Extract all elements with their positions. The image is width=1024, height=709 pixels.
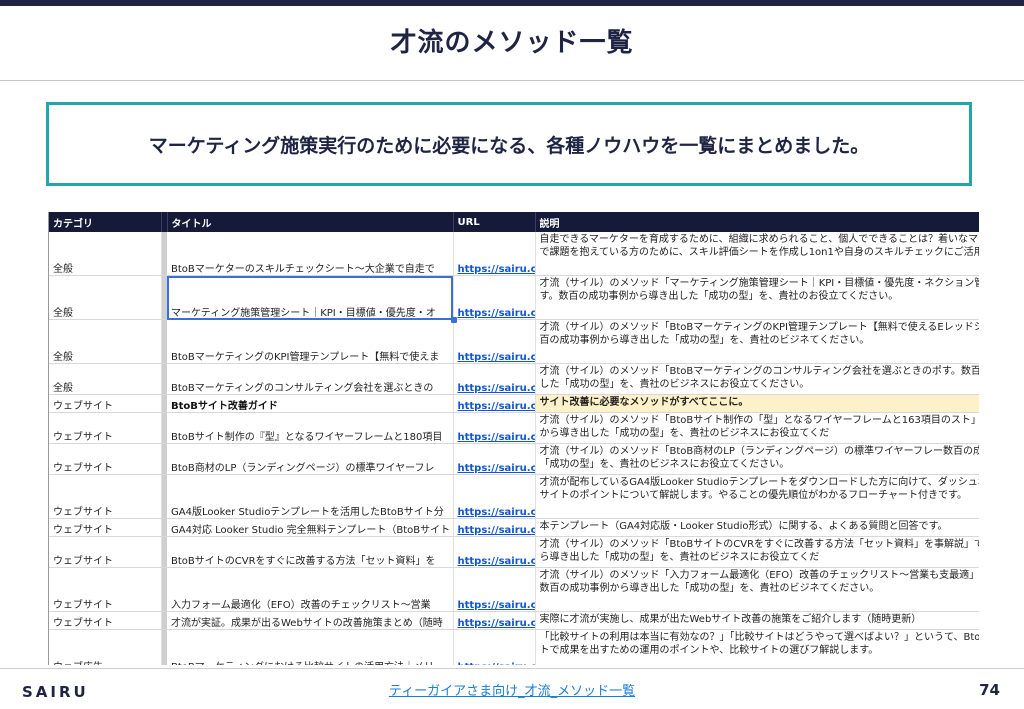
footer-divider bbox=[0, 668, 1024, 669]
cell-category[interactable]: 全般 bbox=[49, 319, 162, 364]
cell-category[interactable]: ウェブサイト bbox=[49, 611, 162, 630]
cell-url-link[interactable]: https://sairu.co.jp bbox=[453, 536, 536, 568]
cell-description[interactable]: 才流が配布しているGA4版Looker Studioテンプレートをダウンロードし… bbox=[535, 474, 979, 519]
cell-url-link[interactable]: https://sairu.co.jp bbox=[453, 394, 536, 413]
table-row: ウェブサイト 入力フォーム最適化（EFO）改善のチェックリスト〜営業 https… bbox=[49, 567, 979, 612]
cell-description[interactable]: 自走できるマーケターを育成するために、組織に求められること、個人でできることは？… bbox=[535, 232, 979, 276]
table-row-highlight: ウェブサイト BtoBサイト改善ガイド https://sairu.co.jp … bbox=[49, 394, 979, 413]
table-row: 全般 マーケティング施策管理シート｜KPI・目標値・優先度・オ https://… bbox=[49, 275, 979, 320]
selection-fill-handle[interactable] bbox=[451, 317, 457, 323]
table-row: 全般 BtoBマーケティングのKPI管理テンプレート【無料で使えま https:… bbox=[49, 319, 979, 364]
cell-title[interactable]: BtoBマーケターのスキルチェックシート〜大企業で自走で bbox=[167, 232, 454, 276]
cell-url-link[interactable]: https://sairu.co.jp bbox=[453, 474, 536, 519]
cell-category[interactable]: 全般 bbox=[49, 363, 162, 395]
cell-description[interactable]: 才流（サイル）のメソッド「入力フォーム最適化（EFO）改善のチェックリスト〜営業… bbox=[535, 567, 979, 612]
cell-description[interactable]: 本テンプレート（GA4対応版・Looker Studio形式）に関する、よくある… bbox=[535, 518, 979, 537]
cell-description[interactable]: 「比較サイトの利用は本当に有効なの？」「比較サイトはどうやって選べばよい？」とい… bbox=[535, 629, 979, 665]
methods-table: カテゴリ タイトル URL 説明 全般 BtoBマーケターのスキルチェックシート… bbox=[49, 212, 979, 665]
cell-title[interactable]: BtoBマーケティングにおける比較サイトの活用方法｜メリ bbox=[167, 629, 454, 665]
cell-url-link[interactable]: https://sairu.co.jp bbox=[453, 275, 536, 320]
cell-category[interactable]: ウェブサイト bbox=[49, 567, 162, 612]
page-number: 74 bbox=[979, 681, 1000, 699]
table-row: ウェブサイト 才流が実証。成果が出るWebサイトの改善施策まとめ（随時 http… bbox=[49, 611, 979, 630]
cell-description[interactable]: 才流（サイル）のメソッド「マーケティング施策管理シート｜KPI・目標値・優先度・… bbox=[535, 275, 979, 320]
cell-description[interactable]: サイト改善に必要なメソッドがすべてここに。 bbox=[535, 394, 979, 413]
cell-url-link[interactable]: https://sairu.co.jp bbox=[453, 412, 536, 444]
header-title[interactable]: タイトル bbox=[167, 212, 454, 232]
cell-category[interactable]: ウェブサイト bbox=[49, 394, 162, 413]
cell-category[interactable]: 全般 bbox=[49, 275, 162, 320]
cell-title-selected[interactable]: マーケティング施策管理シート｜KPI・目標値・優先度・オ bbox=[167, 275, 454, 320]
cell-url-link[interactable]: https://sairu.co.jp bbox=[453, 611, 536, 630]
cell-description[interactable]: 実際に才流が実施し、成果が出たWebサイト改善の施策をご紹介します（随時更新） bbox=[535, 611, 979, 630]
cell-title[interactable]: BtoB商材のLP（ランディングページ）の標準ワイヤーフレ bbox=[167, 443, 454, 475]
cell-category[interactable]: 全般 bbox=[49, 232, 162, 276]
cell-url-link[interactable]: https://sairu.co.jp bbox=[453, 232, 536, 276]
cell-title[interactable]: BtoBマーケティングのコンサルティング会社を選ぶときの bbox=[167, 363, 454, 395]
cell-url-link[interactable]: https://sairu.co.jp bbox=[453, 518, 536, 537]
cell-category[interactable]: ウェブサイト bbox=[49, 443, 162, 475]
header-category[interactable]: カテゴリ bbox=[49, 212, 162, 232]
cell-url-link[interactable]: https://sairu.co.jp bbox=[453, 443, 536, 475]
cell-title[interactable]: BtoBマーケティングのKPI管理テンプレート【無料で使えま bbox=[167, 319, 454, 364]
top-accent-bar bbox=[0, 0, 1024, 6]
cell-category[interactable]: ウェブサイト bbox=[49, 518, 162, 537]
cell-title[interactable]: BtoBサイトのCVRをすぐに改善する方法「セット資料」を bbox=[167, 536, 454, 568]
cell-title[interactable]: BtoBサイト改善ガイド bbox=[167, 394, 454, 413]
cell-category[interactable]: ウェブ広告 bbox=[49, 629, 162, 665]
table-row: ウェブサイト GA4対応 Looker Studio 完全無料テンプレート（Bt… bbox=[49, 518, 979, 537]
cell-url-link[interactable]: https://sairu.co.jp bbox=[453, 363, 536, 395]
table-row: ウェブサイト BtoBサイトのCVRをすぐに改善する方法「セット資料」を htt… bbox=[49, 536, 979, 568]
callout-text: マーケティング施策実行のために必要になる、各種ノウハウを一覧にまとめました。 bbox=[148, 134, 870, 157]
cell-url-link[interactable]: https://sairu.co.jp bbox=[453, 629, 536, 665]
spreadsheet-view[interactable]: カテゴリ タイトル URL 説明 全般 BtoBマーケターのスキルチェックシート… bbox=[48, 212, 979, 665]
table-row: 全般 BtoBマーケターのスキルチェックシート〜大企業で自走で https://… bbox=[49, 232, 979, 276]
cell-description[interactable]: 才流（サイル）のメソッド「BtoBサイト制作の「型」となるワイヤーフレームと16… bbox=[535, 412, 979, 444]
cell-title[interactable]: 入力フォーム最適化（EFO）改善のチェックリスト〜営業 bbox=[167, 567, 454, 612]
cell-category[interactable]: ウェブサイト bbox=[49, 412, 162, 444]
table-row: ウェブサイト BtoB商材のLP（ランディングページ）の標準ワイヤーフレ htt… bbox=[49, 443, 979, 475]
cell-description[interactable]: 才流（サイル）のメソッド「BtoBサイトのCVRをすぐに改善する方法「セット資料… bbox=[535, 536, 979, 568]
callout-box: マーケティング施策実行のために必要になる、各種ノウハウを一覧にまとめました。 bbox=[46, 102, 972, 186]
cell-title[interactable]: 才流が実証。成果が出るWebサイトの改善施策まとめ（随時 bbox=[167, 611, 454, 630]
cell-description[interactable]: 才流（サイル）のメソッド「BtoB商材のLP（ランディングページ）の標準ワイヤー… bbox=[535, 443, 979, 475]
header-url[interactable]: URL bbox=[453, 212, 536, 232]
header-description[interactable]: 説明 bbox=[535, 212, 979, 232]
cell-category[interactable]: ウェブサイト bbox=[49, 474, 162, 519]
cell-title[interactable]: GA4版Looker Studioテンプレートを活用したBtoBサイト分 bbox=[167, 474, 454, 519]
footer-document-link[interactable]: ティーガイアさま向け_才流_メソッド一覧 bbox=[0, 680, 1024, 699]
table-header-row: カテゴリ タイトル URL 説明 bbox=[49, 212, 979, 232]
cell-url-link[interactable]: https://sairu.co.jp bbox=[453, 319, 536, 364]
slide-title: 才流のメソッド一覧 bbox=[390, 28, 634, 58]
cell-description[interactable]: 才流（サイル）のメソッド「BtoBマーケティングのKPI管理テンプレート【無料で… bbox=[535, 319, 979, 364]
table-row: ウェブサイト GA4版Looker Studioテンプレートを活用したBtoBサ… bbox=[49, 474, 979, 519]
cell-category[interactable]: ウェブサイト bbox=[49, 536, 162, 568]
cell-url-link[interactable]: https://sairu.co.jp bbox=[453, 567, 536, 612]
table-row: ウェブサイト BtoBサイト制作の『型』となるワイヤーフレームと180項目 ht… bbox=[49, 412, 979, 444]
table-row: ウェブ広告 BtoBマーケティングにおける比較サイトの活用方法｜メリ https… bbox=[49, 629, 979, 665]
cell-description[interactable]: 才流（サイル）のメソッド「BtoBマーケティングのコンサルティング会社を選ぶとき… bbox=[535, 363, 979, 395]
cell-title[interactable]: BtoBサイト制作の『型』となるワイヤーフレームと180項目 bbox=[167, 412, 454, 444]
table-row: 全般 BtoBマーケティングのコンサルティング会社を選ぶときの https://… bbox=[49, 363, 979, 395]
cell-title[interactable]: GA4対応 Looker Studio 完全無料テンプレート（BtoBサイト bbox=[167, 518, 454, 537]
title-divider bbox=[0, 80, 1024, 81]
